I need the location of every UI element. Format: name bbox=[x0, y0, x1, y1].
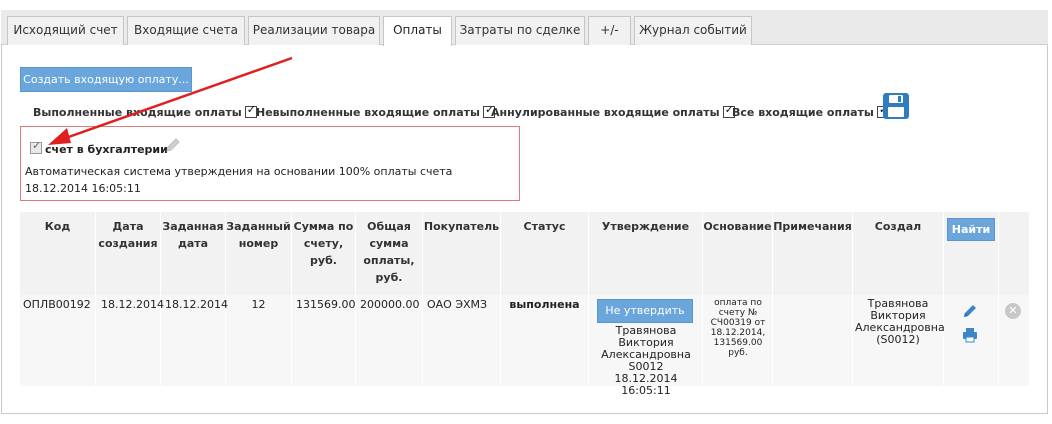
filter-all: Все входящие оплаты bbox=[732, 103, 889, 119]
tab-plus-minus[interactable]: +/- bbox=[588, 16, 631, 45]
delete-icon[interactable]: ✕ bbox=[1005, 303, 1021, 319]
row-total-paid: 200000.00 bbox=[360, 298, 420, 311]
row-set-number: 12 bbox=[251, 298, 266, 311]
header-sum-invoice: Сумма по счету, руб. bbox=[293, 220, 354, 267]
filter-pending: Невыполненные входящие оплаты bbox=[256, 103, 495, 119]
filter-completed: Выполненные входящие оплаты bbox=[33, 103, 257, 119]
header-buyer: Покупатель bbox=[423, 220, 500, 233]
row-set-date: 18.12.2014 bbox=[165, 298, 228, 311]
filter-cancelled: Аннулированные входящие оплаты bbox=[491, 103, 735, 119]
tab-bar: Исходящий счет Входящие счета Реализации… bbox=[1, 10, 1048, 46]
printer-icon[interactable] bbox=[962, 327, 978, 343]
header-author: Создал bbox=[874, 220, 922, 233]
header-set-number: Заданный номер bbox=[226, 220, 291, 250]
reject-approval-button[interactable]: Не утвердить bbox=[597, 299, 693, 323]
tab-incoming-invoices[interactable]: Входящие счета bbox=[127, 16, 245, 45]
filter-completed-label: Выполненные входящие оплаты bbox=[33, 106, 242, 119]
create-incoming-payment-button[interactable]: Создать входящую оплату... bbox=[20, 67, 192, 92]
edit-pencil-icon[interactable] bbox=[962, 303, 978, 319]
tab-goods-sales[interactable]: Реализации товара bbox=[248, 16, 380, 45]
header-created: Дата создания bbox=[98, 220, 158, 250]
tab-outgoing-invoice[interactable]: Исходящий счет bbox=[7, 16, 124, 45]
header-code: Код bbox=[44, 220, 71, 233]
approval-message: Автоматическая система утверждения на ос… bbox=[25, 165, 453, 195]
filter-all-label: Все входящие оплаты bbox=[732, 106, 874, 119]
row-status: выполнена bbox=[509, 298, 580, 311]
pencil-icon[interactable] bbox=[164, 136, 182, 154]
filter-pending-label: Невыполненные входящие оплаты bbox=[256, 106, 480, 119]
header-approval: Утверждение bbox=[601, 220, 690, 233]
row-code: ОПЛВ00192 bbox=[23, 298, 91, 311]
accounting-checkbox-label: счет в бухгалтерии bbox=[45, 143, 168, 156]
row-approval-info: Травянова Виктория Александровна S0012 1… bbox=[601, 324, 691, 397]
row-basis: оплата по счету № СЧ00319 от 18.12.2014,… bbox=[710, 298, 766, 358]
filter-completed-checkbox[interactable] bbox=[244, 103, 257, 118]
row-buyer: ОАО ЭХМЗ bbox=[427, 298, 488, 311]
row-sum-invoice: 131569.00 bbox=[296, 298, 356, 311]
tab-event-log[interactable]: Журнал событий bbox=[634, 16, 752, 45]
header-basis: Основание bbox=[703, 220, 772, 233]
tab-payments[interactable]: Оплаты bbox=[383, 16, 452, 46]
header-status: Статус bbox=[523, 220, 566, 233]
filter-cancelled-label: Аннулированные входящие оплаты bbox=[491, 106, 720, 119]
accounting-notice: счет в бухгалтерии Автоматическая систем… bbox=[20, 126, 520, 201]
header-set-date: Заданная дата bbox=[162, 220, 224, 250]
row-created: 18.12.2014 bbox=[101, 298, 164, 311]
tab-deal-costs[interactable]: Затраты по сделке bbox=[455, 16, 585, 45]
floppy-disk-icon[interactable] bbox=[883, 93, 909, 119]
find-button[interactable]: Найти bbox=[947, 218, 995, 241]
header-notes: Примечания bbox=[773, 220, 852, 233]
header-total-paid: Общая сумма оплаты, руб. bbox=[363, 220, 415, 284]
accounting-checkbox[interactable] bbox=[30, 139, 42, 154]
row-author: Травянова Виктория Александровна (S0012) bbox=[855, 297, 945, 346]
